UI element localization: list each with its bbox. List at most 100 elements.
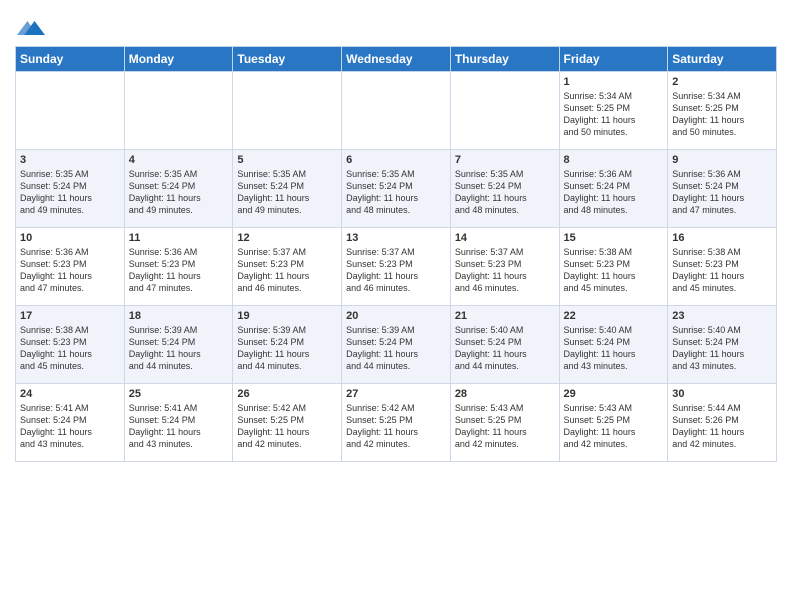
day-number: 14 [455, 232, 555, 244]
calendar-cell: 16 Sunrise: 5:38 AMSunset: 5:23 PMDayligh… [668, 228, 777, 306]
calendar-cell: 23 Sunrise: 5:40 AMSunset: 5:24 PMDayligh… [668, 306, 777, 384]
day-number: 11 [129, 232, 229, 244]
day-info: Sunrise: 5:35 AMSunset: 5:24 PMDaylight:… [237, 168, 337, 217]
calendar-cell: 4 Sunrise: 5:35 AMSunset: 5:24 PMDaylight… [124, 150, 233, 228]
day-number: 17 [20, 310, 120, 322]
calendar-cell: 11 Sunrise: 5:36 AMSunset: 5:23 PMDayligh… [124, 228, 233, 306]
day-number: 6 [346, 154, 446, 166]
calendar-cell: 24 Sunrise: 5:41 AMSunset: 5:24 PMDayligh… [16, 384, 125, 462]
calendar-cell: 13 Sunrise: 5:37 AMSunset: 5:23 PMDayligh… [342, 228, 451, 306]
day-number: 30 [672, 388, 772, 400]
day-number: 9 [672, 154, 772, 166]
logo [15, 14, 45, 42]
calendar-cell: 28 Sunrise: 5:43 AMSunset: 5:25 PMDayligh… [450, 384, 559, 462]
day-info: Sunrise: 5:43 AMSunset: 5:25 PMDaylight:… [455, 402, 555, 451]
day-info: Sunrise: 5:38 AMSunset: 5:23 PMDaylight:… [20, 324, 120, 373]
calendar-cell: 6 Sunrise: 5:35 AMSunset: 5:24 PMDaylight… [342, 150, 451, 228]
day-info: Sunrise: 5:39 AMSunset: 5:24 PMDaylight:… [346, 324, 446, 373]
day-info: Sunrise: 5:40 AMSunset: 5:24 PMDaylight:… [672, 324, 772, 373]
header-saturday: Saturday [668, 47, 777, 72]
day-number: 3 [20, 154, 120, 166]
day-info: Sunrise: 5:36 AMSunset: 5:23 PMDaylight:… [129, 246, 229, 295]
day-info: Sunrise: 5:40 AMSunset: 5:24 PMDaylight:… [564, 324, 664, 373]
header-row: Sunday Monday Tuesday Wednesday Thursday… [16, 47, 777, 72]
day-number: 4 [129, 154, 229, 166]
day-info: Sunrise: 5:35 AMSunset: 5:24 PMDaylight:… [455, 168, 555, 217]
day-info: Sunrise: 5:37 AMSunset: 5:23 PMDaylight:… [346, 246, 446, 295]
calendar-cell [16, 72, 125, 150]
day-info: Sunrise: 5:35 AMSunset: 5:24 PMDaylight:… [20, 168, 120, 217]
calendar-cell: 12 Sunrise: 5:37 AMSunset: 5:23 PMDayligh… [233, 228, 342, 306]
calendar-cell: 27Sunrise: 5:42 AMSunset: 5:25 PMDayligh… [342, 384, 451, 462]
header-tuesday: Tuesday [233, 47, 342, 72]
calendar-cell: 5Sunrise: 5:35 AMSunset: 5:24 PMDaylight… [233, 150, 342, 228]
day-info: Sunrise: 5:42 AMSunset: 5:25 PMDaylight:… [237, 402, 337, 451]
day-number: 1 [564, 76, 664, 88]
day-info: Sunrise: 5:39 AMSunset: 5:24 PMDaylight:… [237, 324, 337, 373]
calendar-cell [124, 72, 233, 150]
day-info: Sunrise: 5:36 AMSunset: 5:24 PMDaylight:… [564, 168, 664, 217]
calendar-cell: 3 Sunrise: 5:35 AMSunset: 5:24 PMDaylight… [16, 150, 125, 228]
day-number: 2 [672, 76, 772, 88]
day-info: Sunrise: 5:35 AMSunset: 5:24 PMDaylight:… [129, 168, 229, 217]
day-number: 7 [455, 154, 555, 166]
header-thursday: Thursday [450, 47, 559, 72]
header [15, 10, 777, 42]
week-row-3: 17 Sunrise: 5:38 AMSunset: 5:23 PMDayligh… [16, 306, 777, 384]
day-info: Sunrise: 5:35 AMSunset: 5:24 PMDaylight:… [346, 168, 446, 217]
day-info: Sunrise: 5:41 AMSunset: 5:24 PMDaylight:… [129, 402, 229, 451]
day-number: 16 [672, 232, 772, 244]
day-info: Sunrise: 5:36 AMSunset: 5:24 PMDaylight:… [672, 168, 772, 217]
calendar-cell: 25Sunrise: 5:41 AMSunset: 5:24 PMDayligh… [124, 384, 233, 462]
calendar-cell: 15Sunrise: 5:38 AMSunset: 5:23 PMDayligh… [559, 228, 668, 306]
day-info: Sunrise: 5:43 AMSunset: 5:25 PMDaylight:… [564, 402, 664, 451]
calendar-cell: 22 Sunrise: 5:40 AMSunset: 5:24 PMDayligh… [559, 306, 668, 384]
calendar-cell: 7 Sunrise: 5:35 AMSunset: 5:24 PMDaylight… [450, 150, 559, 228]
calendar-cell: 14Sunrise: 5:37 AMSunset: 5:23 PMDayligh… [450, 228, 559, 306]
day-number: 24 [20, 388, 120, 400]
day-number: 12 [237, 232, 337, 244]
week-row-0: 1 Sunrise: 5:34 AMSunset: 5:25 PMDaylight… [16, 72, 777, 150]
day-info: Sunrise: 5:40 AMSunset: 5:24 PMDaylight:… [455, 324, 555, 373]
day-number: 28 [455, 388, 555, 400]
calendar-table: Sunday Monday Tuesday Wednesday Thursday… [15, 46, 777, 462]
calendar-cell [450, 72, 559, 150]
day-info: Sunrise: 5:39 AMSunset: 5:24 PMDaylight:… [129, 324, 229, 373]
calendar-cell: 29Sunrise: 5:43 AMSunset: 5:25 PMDayligh… [559, 384, 668, 462]
day-info: Sunrise: 5:37 AMSunset: 5:23 PMDaylight:… [237, 246, 337, 295]
calendar-cell [233, 72, 342, 150]
week-row-2: 10 Sunrise: 5:36 AMSunset: 5:23 PMDayligh… [16, 228, 777, 306]
calendar-cell: 30 Sunrise: 5:44 AMSunset: 5:26 PMDayligh… [668, 384, 777, 462]
calendar-header: Sunday Monday Tuesday Wednesday Thursday… [16, 47, 777, 72]
day-number: 19 [237, 310, 337, 322]
day-number: 10 [20, 232, 120, 244]
day-number: 27 [346, 388, 446, 400]
calendar-cell: 10 Sunrise: 5:36 AMSunset: 5:23 PMDayligh… [16, 228, 125, 306]
day-number: 23 [672, 310, 772, 322]
calendar-cell: 8 Sunrise: 5:36 AMSunset: 5:24 PMDaylight… [559, 150, 668, 228]
logo-icon [17, 14, 45, 42]
header-friday: Friday [559, 47, 668, 72]
day-number: 22 [564, 310, 664, 322]
calendar-cell: 26 Sunrise: 5:42 AMSunset: 5:25 PMDayligh… [233, 384, 342, 462]
day-info: Sunrise: 5:36 AMSunset: 5:23 PMDaylight:… [20, 246, 120, 295]
day-info: Sunrise: 5:41 AMSunset: 5:24 PMDaylight:… [20, 402, 120, 451]
day-number: 8 [564, 154, 664, 166]
calendar-cell: 9 Sunrise: 5:36 AMSunset: 5:24 PMDaylight… [668, 150, 777, 228]
header-sunday: Sunday [16, 47, 125, 72]
day-info: Sunrise: 5:38 AMSunset: 5:23 PMDaylight:… [672, 246, 772, 295]
day-info: Sunrise: 5:34 AMSunset: 5:25 PMDaylight:… [564, 90, 664, 139]
day-info: Sunrise: 5:44 AMSunset: 5:26 PMDaylight:… [672, 402, 772, 451]
header-monday: Monday [124, 47, 233, 72]
calendar-cell: 20Sunrise: 5:39 AMSunset: 5:24 PMDayligh… [342, 306, 451, 384]
calendar-cell: 21 Sunrise: 5:40 AMSunset: 5:24 PMDayligh… [450, 306, 559, 384]
header-wednesday: Wednesday [342, 47, 451, 72]
day-number: 21 [455, 310, 555, 322]
day-info: Sunrise: 5:38 AMSunset: 5:23 PMDaylight:… [564, 246, 664, 295]
day-number: 13 [346, 232, 446, 244]
week-row-1: 3 Sunrise: 5:35 AMSunset: 5:24 PMDaylight… [16, 150, 777, 228]
week-row-4: 24 Sunrise: 5:41 AMSunset: 5:24 PMDayligh… [16, 384, 777, 462]
day-number: 26 [237, 388, 337, 400]
page-container: Sunday Monday Tuesday Wednesday Thursday… [0, 0, 792, 467]
calendar-cell: 19 Sunrise: 5:39 AMSunset: 5:24 PMDayligh… [233, 306, 342, 384]
